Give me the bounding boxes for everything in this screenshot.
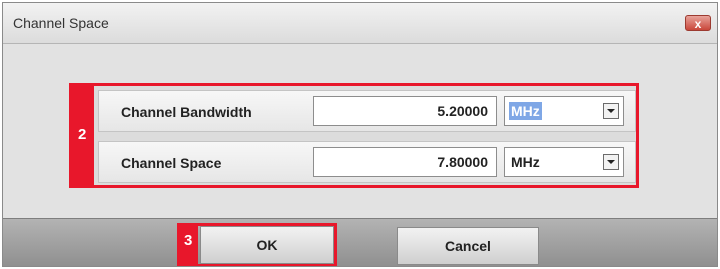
ok-button[interactable]: OK [200,226,334,264]
channel-bandwidth-input[interactable]: 5.20000 [313,96,497,126]
channel-bandwidth-label: Channel Bandwidth [121,104,252,120]
channel-bandwidth-unit-value: MHz [509,102,542,120]
close-icon: x [694,17,702,31]
channel-space-dialog: Channel Space x 2 Channel Bandwidth 5.20… [2,2,718,267]
channel-space-unit-select[interactable]: MHz [504,147,624,177]
title-bar: Channel Space x [3,3,717,44]
ok-button-highlight: 3 OK [177,223,337,266]
step-badge-number: 2 [78,126,87,143]
chevron-down-icon[interactable] [603,154,619,170]
channel-bandwidth-row: Channel Bandwidth 5.20000 MHz [98,90,636,132]
step-badge-number: 3 [184,232,193,249]
settings-group-highlight: 2 Channel Bandwidth 5.20000 MHz Channel … [69,83,639,188]
close-button[interactable]: x [685,15,711,31]
channel-space-row: Channel Space 7.80000 MHz [98,141,636,183]
cancel-button[interactable]: Cancel [397,227,539,265]
channel-space-label: Channel Space [121,155,222,171]
channel-space-input[interactable]: 7.80000 [313,147,497,177]
channel-bandwidth-unit-select[interactable]: MHz [504,96,624,126]
button-bar: 3 OK Cancel [3,218,717,266]
step-badge-3: 3 [180,226,198,264]
window-title: Channel Space [13,15,109,31]
chevron-down-icon[interactable] [603,103,619,119]
dialog-body: 2 Channel Bandwidth 5.20000 MHz Channel … [3,44,717,218]
step-badge-2: 2 [72,86,94,185]
channel-space-unit-value: MHz [511,154,540,170]
